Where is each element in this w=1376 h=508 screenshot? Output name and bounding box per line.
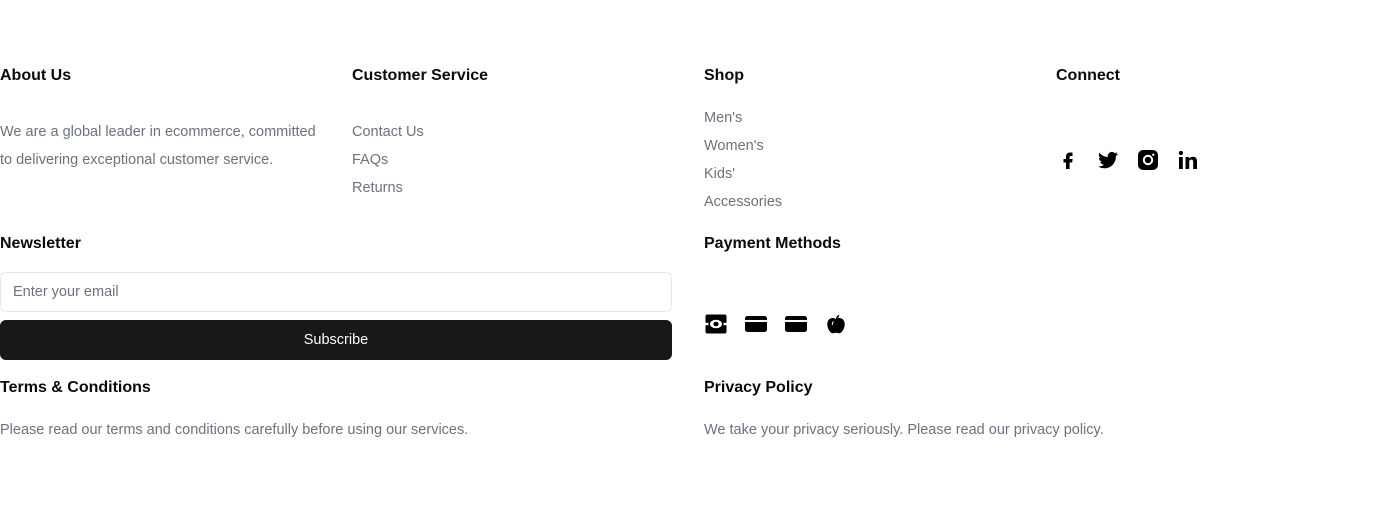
newsletter-heading: Newsletter — [0, 235, 81, 252]
customer-service-links: Contact Us FAQs Returns — [352, 118, 488, 202]
about-section: About Us We are a global leader in ecomm… — [0, 66, 320, 174]
connect-heading: Connect — [1056, 67, 1120, 84]
payment-section: Payment Methods — [704, 234, 864, 336]
customer-service-heading: Customer Service — [352, 67, 489, 84]
social-icons — [1056, 148, 1216, 172]
instagram-icon[interactable] — [1136, 148, 1160, 172]
connect-section: Connect — [1056, 66, 1216, 172]
terms-section: Terms & Conditions Please read our terms… — [0, 378, 468, 444]
privacy-section: Privacy Policy We take your privacy seri… — [704, 378, 1104, 444]
link-womens[interactable]: Women's — [704, 132, 782, 160]
subscribe-button[interactable]: Subscribe — [0, 320, 672, 360]
facebook-icon[interactable] — [1056, 148, 1080, 172]
link-mens[interactable]: Men's — [704, 104, 782, 132]
link-faqs[interactable]: FAQs — [352, 146, 488, 174]
link-contact-us[interactable]: Contact Us — [352, 118, 488, 146]
privacy-text: We take your privacy seriously. Please r… — [704, 422, 1104, 438]
newsletter-section: Newsletter — [0, 234, 81, 254]
payment-heading: Payment Methods — [704, 235, 841, 252]
email-input[interactable] — [0, 272, 672, 312]
about-heading: About Us — [0, 67, 72, 84]
customer-service-section: Customer Service Contact Us FAQs Returns — [352, 66, 488, 202]
about-text: We are a global leader in ecommerce, com… — [0, 124, 316, 168]
shop-links: Men's Women's Kids' Accessories — [704, 104, 782, 216]
site-footer: About Us We are a global leader in ecomm… — [0, 0, 1376, 508]
shop-section: Shop Men's Women's Kids' Accessories — [704, 66, 782, 216]
link-kids[interactable]: Kids' — [704, 160, 782, 188]
apple-pay-icon — [824, 312, 848, 336]
terms-heading: Terms & Conditions — [0, 379, 151, 396]
linkedin-icon[interactable] — [1176, 148, 1200, 172]
shop-heading: Shop — [704, 67, 744, 84]
cash-icon — [704, 312, 728, 336]
privacy-heading: Privacy Policy — [704, 379, 813, 396]
terms-text: Please read our terms and conditions car… — [0, 422, 469, 438]
link-accessories[interactable]: Accessories — [704, 188, 782, 216]
credit-card-icon — [744, 312, 768, 336]
debit-card-icon — [784, 312, 808, 336]
payment-icons — [704, 312, 864, 336]
link-returns[interactable]: Returns — [352, 174, 488, 202]
twitter-icon[interactable] — [1096, 148, 1120, 172]
